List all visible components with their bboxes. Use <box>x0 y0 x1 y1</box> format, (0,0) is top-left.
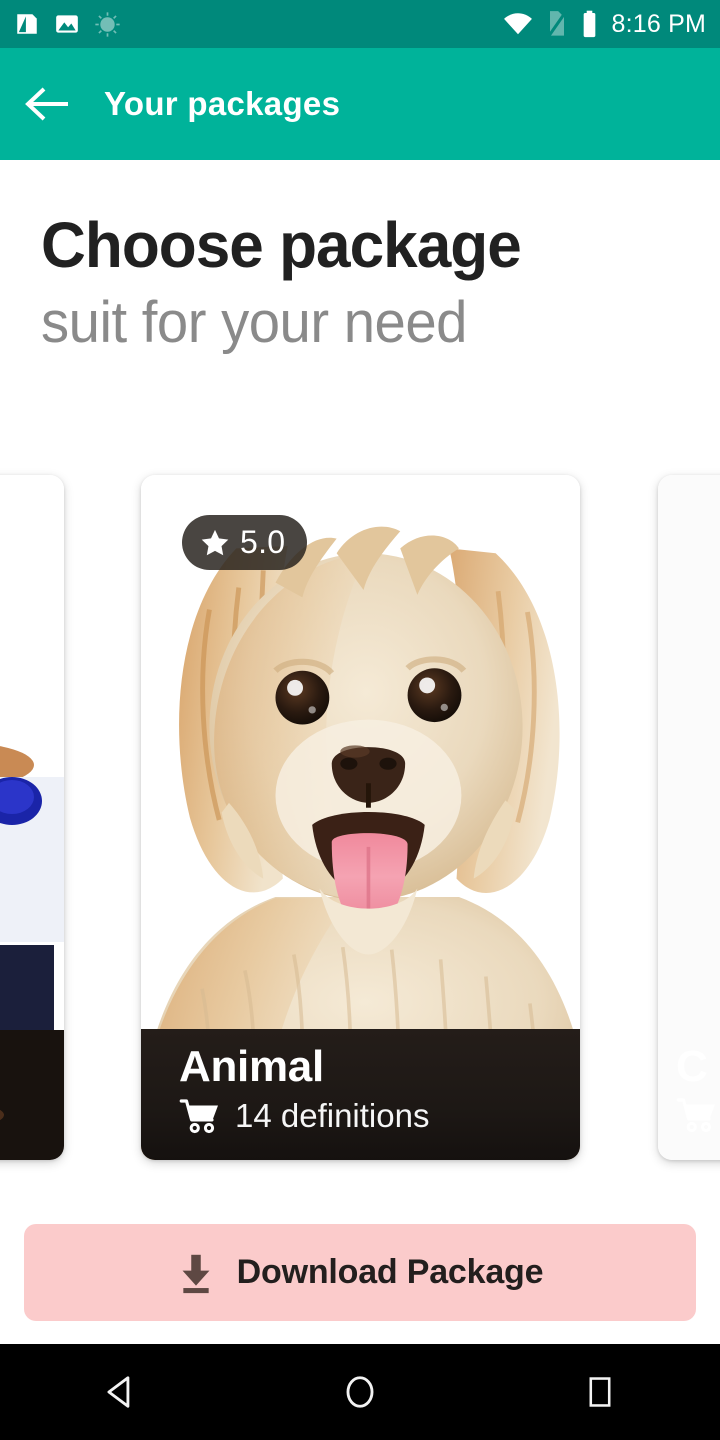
status-bar-right-icons: 8:16 PM <box>503 10 706 39</box>
back-button[interactable] <box>0 48 96 160</box>
android-nav-bar <box>0 1344 720 1440</box>
card-definitions-count: 14 definitions <box>235 1097 430 1134</box>
heading-secondary: suit for your need <box>41 290 467 355</box>
sun-brightness-icon <box>94 11 121 38</box>
nav-recents-button[interactable] <box>540 1344 660 1440</box>
recents-square-icon <box>583 1373 617 1411</box>
download-package-button[interactable]: Download Package <box>24 1224 696 1321</box>
card-footer: Animal 14 definitions <box>141 1029 580 1160</box>
back-triangle-icon <box>101 1373 139 1411</box>
arrow-left-icon <box>25 85 71 123</box>
card-footer-next: C <box>658 1029 720 1160</box>
card-subtitle-row: 14 definitions <box>179 1097 580 1135</box>
package-card-animal[interactable]: 5.0 Animal 14 definitions <box>141 475 580 1160</box>
package-card-previous[interactable] <box>0 475 64 1160</box>
app-screen: 8:16 PM Your packages Choose package sui… <box>0 0 720 1440</box>
card-title: Animal <box>179 1042 324 1091</box>
shopping-cart-icon <box>676 1097 718 1133</box>
food-bowl-photo <box>0 475 64 1160</box>
page-title: Your packages <box>104 85 341 122</box>
download-icon <box>177 1252 215 1294</box>
download-package-label: Download Package <box>236 1253 544 1291</box>
nav-home-button[interactable] <box>300 1344 420 1440</box>
card-title-next: C <box>676 1042 708 1091</box>
star-icon <box>200 528 230 557</box>
app-bar: Your packages <box>0 48 720 160</box>
status-badge: 5.0 <box>182 515 308 570</box>
battery-full-icon <box>581 10 598 38</box>
nav-back-button[interactable] <box>60 1344 180 1440</box>
home-circle-icon <box>341 1373 379 1411</box>
card-subtitle-row-next <box>676 1097 720 1133</box>
status-bar-left-icons <box>14 11 121 38</box>
no-sim-icon <box>546 10 568 38</box>
headings-block: Choose package suit for your need <box>0 160 720 354</box>
shopping-cart-icon <box>179 1098 221 1134</box>
package-carousel[interactable]: 5.0 Animal 14 definitions C <box>0 475 720 1175</box>
screenshot-icon <box>14 11 40 37</box>
rating-value: 5.0 <box>240 524 286 560</box>
status-bar-clock: 8:16 PM <box>611 9 706 38</box>
wifi-icon <box>503 12 533 36</box>
package-card-next[interactable]: C <box>658 475 720 1160</box>
status-bar: 8:16 PM <box>0 0 720 48</box>
image-icon <box>54 11 80 37</box>
heading-primary: Choose package <box>41 209 522 281</box>
